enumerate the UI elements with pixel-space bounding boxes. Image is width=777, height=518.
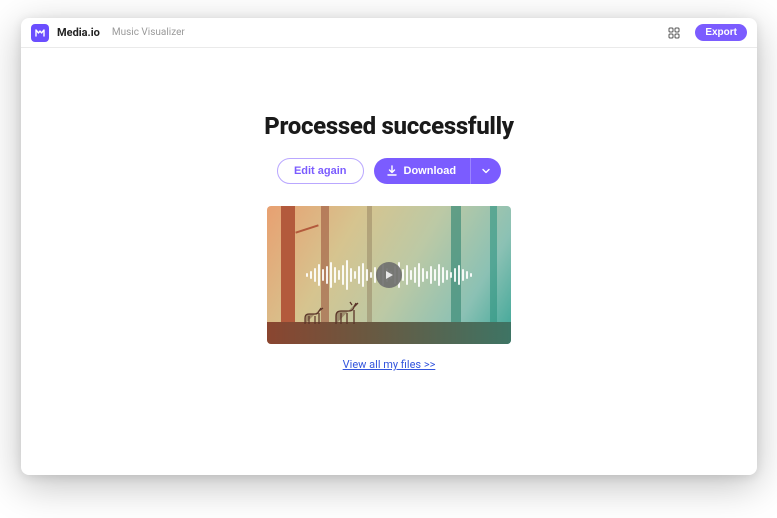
- download-icon: [386, 165, 398, 177]
- view-all-files-link[interactable]: View all my files >>: [343, 358, 436, 371]
- app-window: Media.io Music Visualizer Export Process…: [21, 18, 757, 475]
- deer-decoration: [301, 304, 327, 328]
- action-row: Edit again Download: [277, 158, 501, 184]
- play-button[interactable]: [376, 262, 402, 288]
- grid-icon[interactable]: [667, 26, 681, 40]
- app-subtitle: Music Visualizer: [112, 27, 185, 38]
- brand-name: Media.io: [57, 26, 100, 39]
- download-label: Download: [404, 165, 457, 177]
- edit-again-button[interactable]: Edit again: [277, 158, 364, 184]
- download-options-button[interactable]: [470, 158, 501, 184]
- download-button[interactable]: Download: [374, 158, 471, 184]
- page-title: Processed successfully: [264, 112, 514, 140]
- video-preview[interactable]: [267, 206, 511, 344]
- logo-icon: [31, 24, 49, 42]
- chevron-down-icon: [481, 166, 491, 176]
- deer-decoration: [331, 300, 361, 328]
- export-button[interactable]: Export: [695, 24, 747, 41]
- header: Media.io Music Visualizer Export: [21, 18, 757, 48]
- download-group: Download: [374, 158, 502, 184]
- branch-decoration: [295, 224, 318, 233]
- play-icon: [384, 270, 394, 280]
- main-content: Processed successfully Edit again Downlo…: [21, 48, 757, 475]
